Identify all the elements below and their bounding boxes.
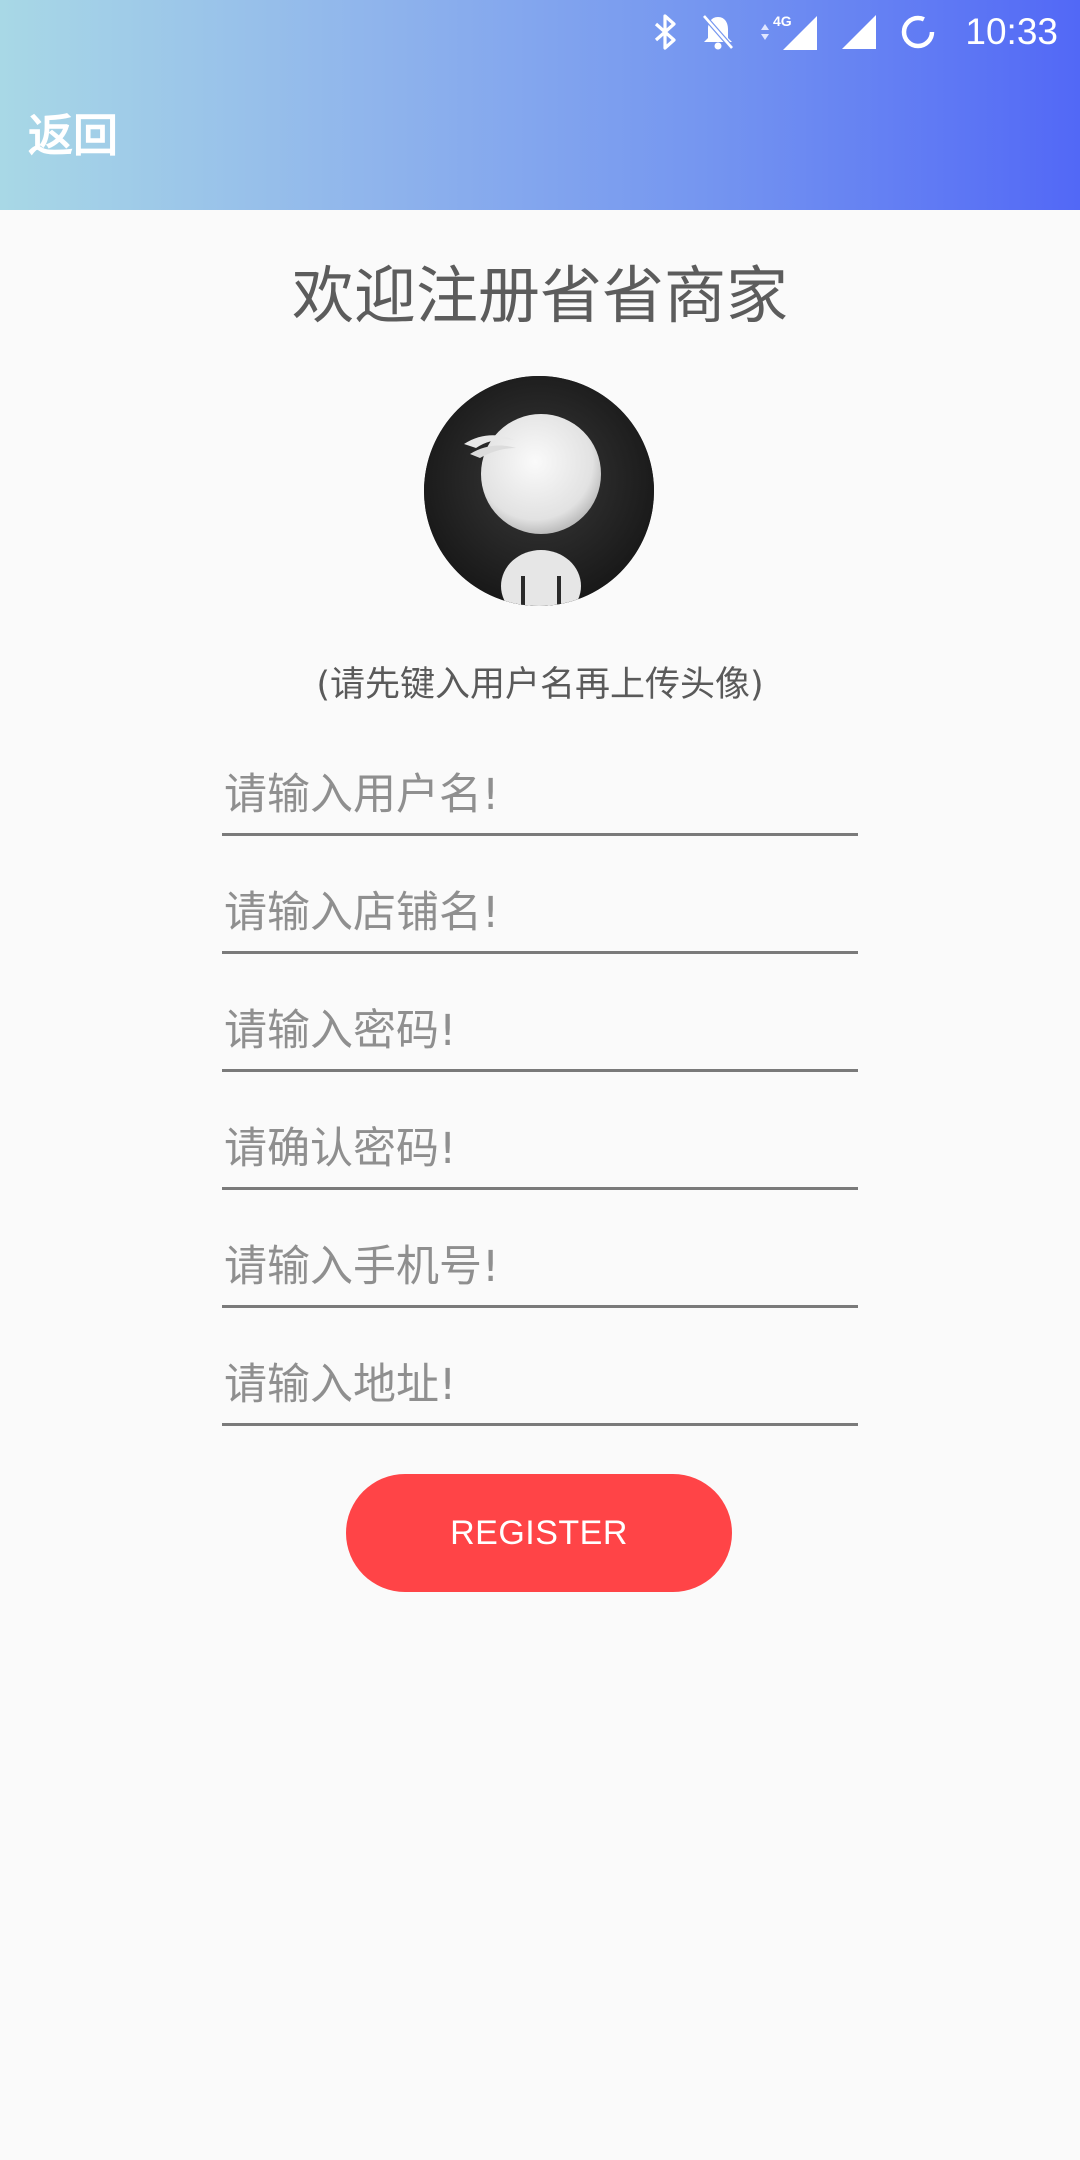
- bluetooth-icon: [653, 14, 679, 50]
- page-title: 欢迎注册省省商家: [291, 259, 788, 332]
- network-type: 4G: [773, 13, 792, 29]
- status-time: 10:33: [965, 11, 1058, 52]
- phone-input[interactable]: [222, 1228, 858, 1308]
- avatar-hint: (请先键入用户名再上传头像): [316, 665, 764, 705]
- signal-icon: [841, 14, 877, 50]
- avatar-image: [424, 376, 654, 606]
- avatar-upload[interactable]: [424, 376, 654, 606]
- shopname-input[interactable]: [222, 874, 858, 954]
- mobile-data-icon: 4G: [757, 12, 819, 52]
- loading-icon: [899, 13, 937, 51]
- status-bar: 4G 10:33: [0, 0, 1080, 66]
- username-input[interactable]: [222, 756, 858, 836]
- status-icons: 4G 10:33: [653, 8, 1058, 56]
- confirm-password-input[interactable]: [222, 1110, 858, 1190]
- address-input[interactable]: [222, 1346, 858, 1426]
- app-bar: 4G 10:33 返回: [0, 0, 1080, 210]
- back-button[interactable]: 返回: [28, 108, 118, 164]
- notifications-off-icon: [701, 13, 735, 51]
- password-input[interactable]: [222, 992, 858, 1072]
- register-button[interactable]: REGISTER: [346, 1474, 732, 1592]
